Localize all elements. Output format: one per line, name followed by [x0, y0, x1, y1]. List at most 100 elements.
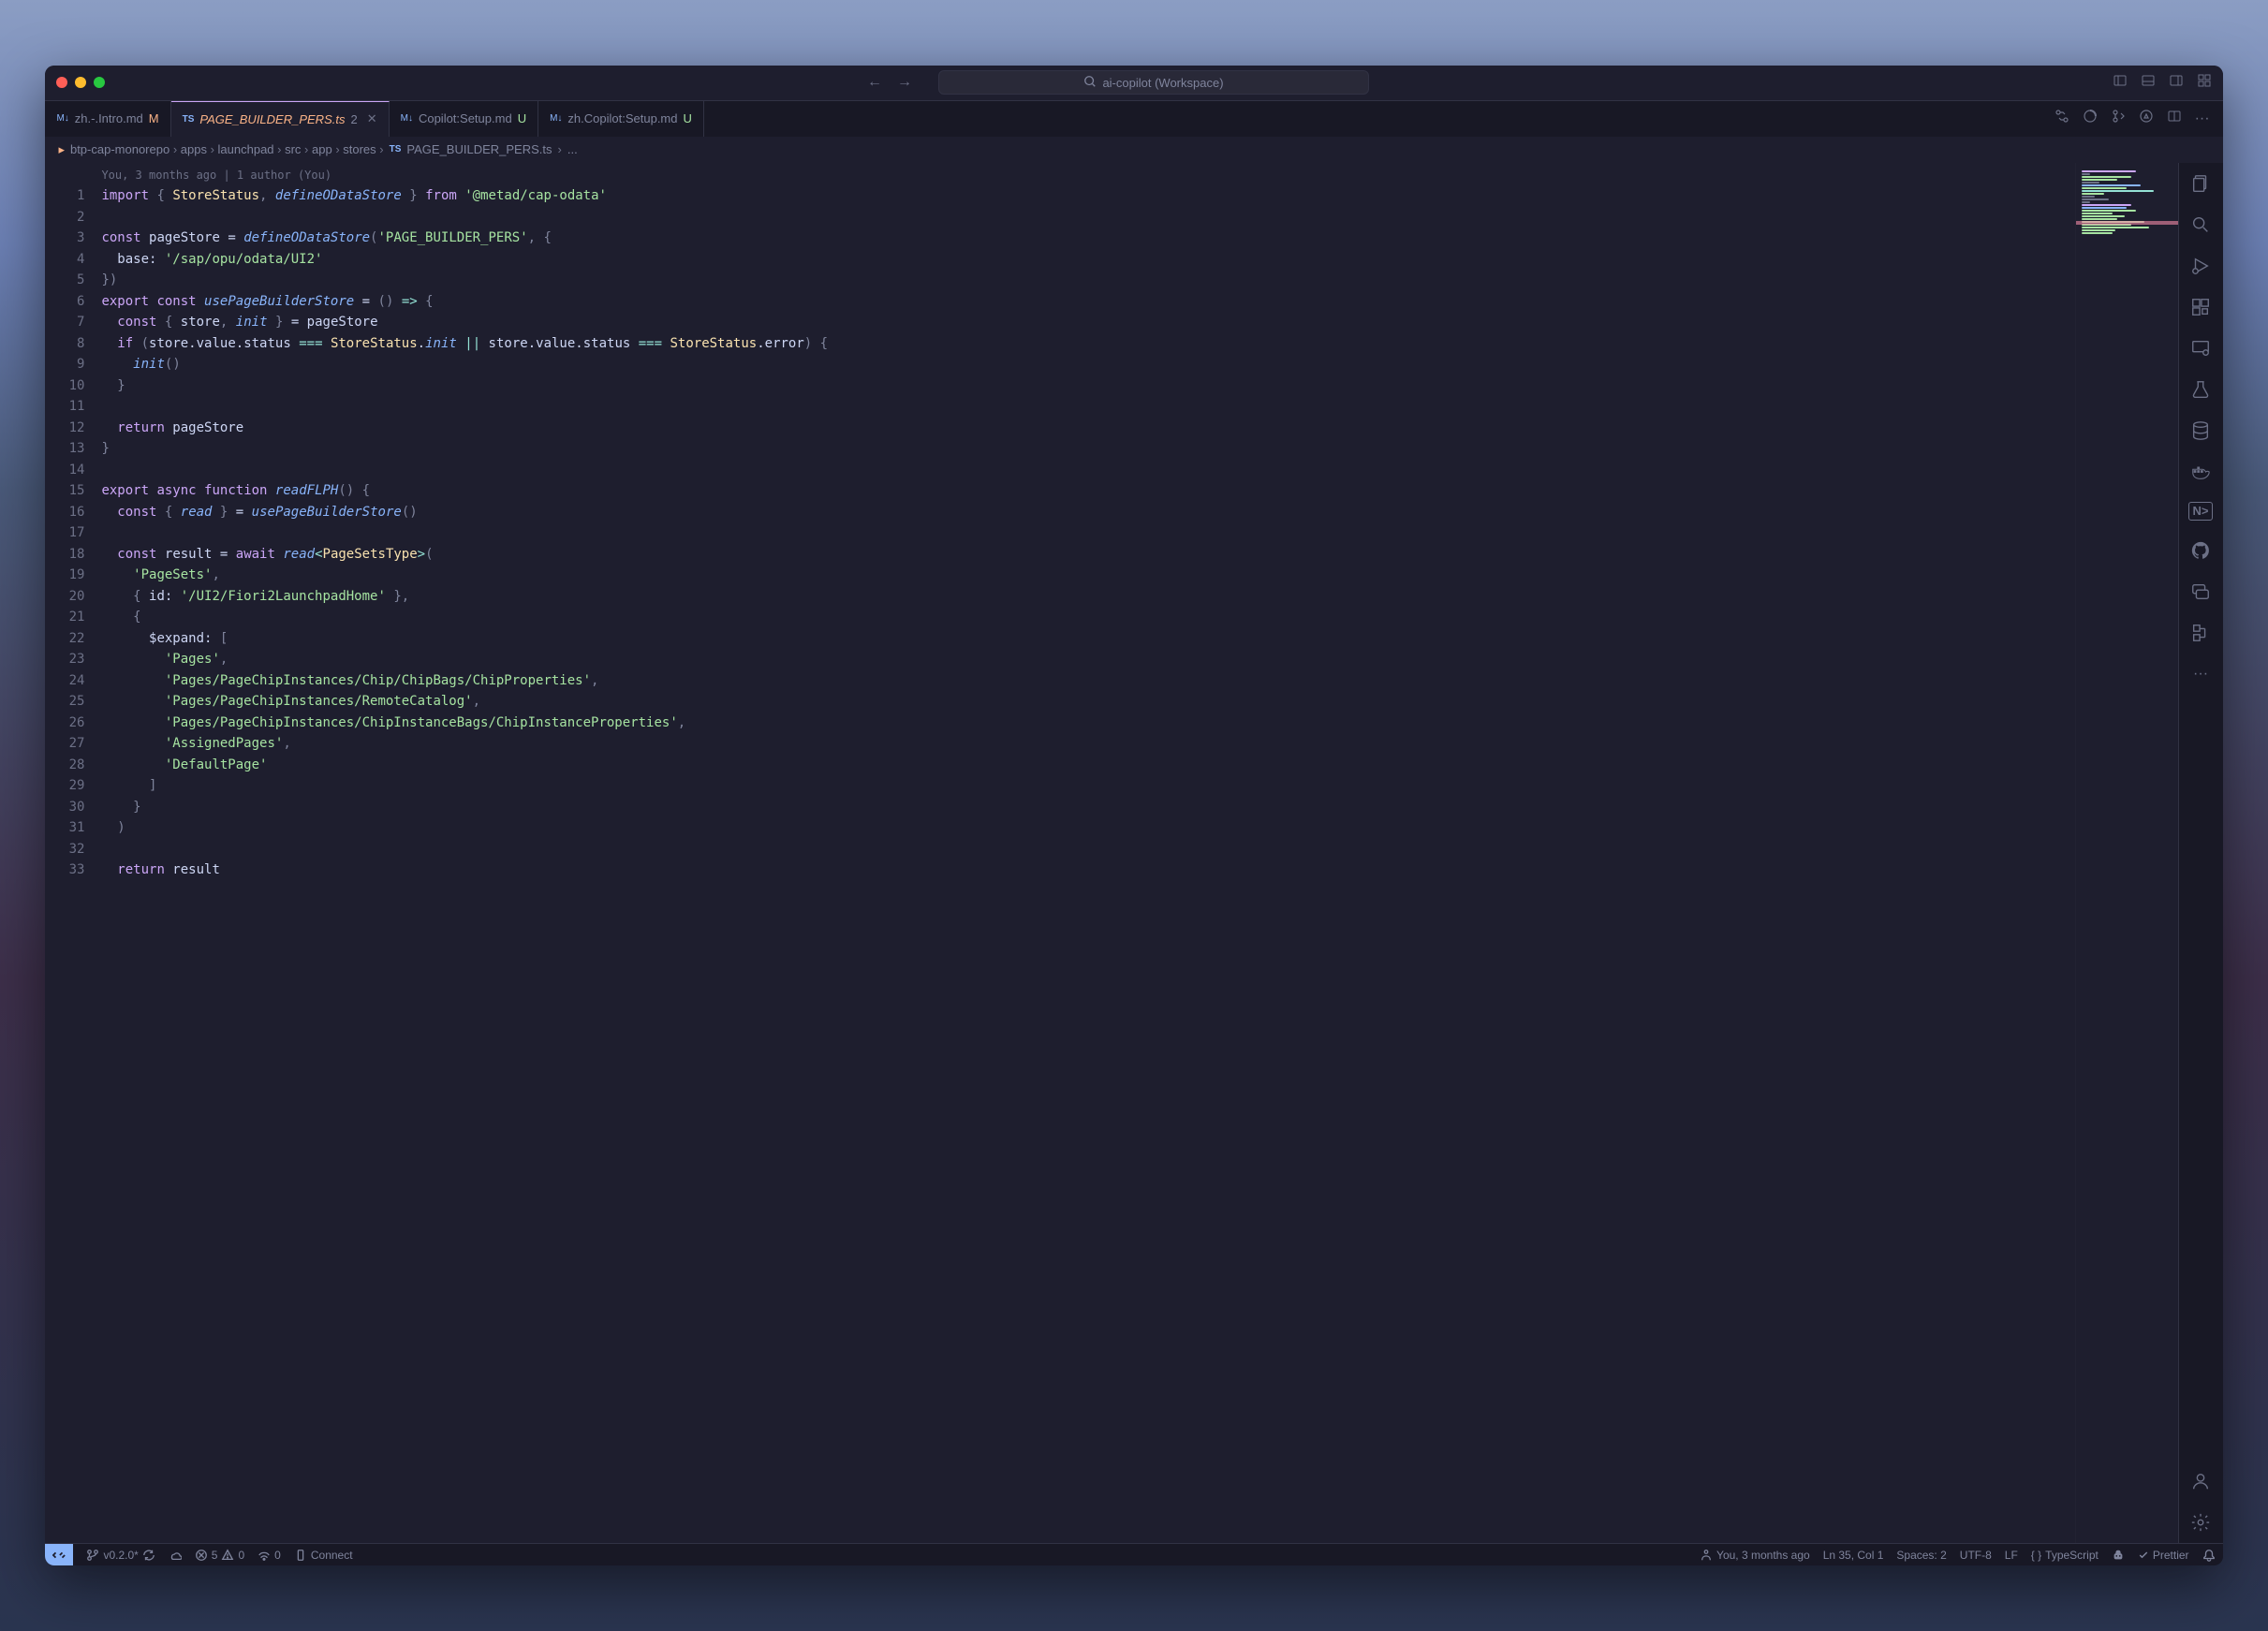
activity-bar: N> ···	[2178, 163, 2223, 1544]
chevron-right-icon: ›	[301, 142, 312, 156]
tab-modified-badge: U	[684, 111, 692, 125]
warning-count: 0	[238, 1549, 244, 1562]
nav-back-icon[interactable]: ←	[867, 74, 882, 91]
notifications-icon[interactable]	[2202, 1549, 2216, 1562]
tab-1[interactable]: TS PAGE_BUILDER_PERS.ts 2 ✕	[171, 101, 390, 137]
indentation[interactable]: Spaces: 2	[1896, 1549, 1946, 1562]
problems[interactable]: 5 0	[195, 1549, 244, 1562]
chevron-right-icon: ›	[558, 142, 562, 156]
remote-indicator[interactable]	[45, 1544, 73, 1566]
window-controls	[56, 77, 105, 88]
cloud-sync[interactable]	[169, 1549, 182, 1562]
comments-icon[interactable]	[2189, 580, 2212, 603]
statusbar: v0.2.0* 5 0 0 Connect You, 3 months ago …	[45, 1543, 2222, 1565]
tab-3[interactable]: M↓ zh.Copilot:Setup.md U	[538, 101, 704, 137]
connect-button[interactable]: Connect	[294, 1549, 353, 1562]
tab-label: PAGE_BUILDER_PERS.ts	[199, 112, 345, 126]
close-window-button[interactable]	[56, 77, 67, 88]
breadcrumb-segment[interactable]: stores	[343, 142, 376, 156]
settings-gear-icon[interactable]	[2189, 1511, 2212, 1534]
breadcrumb[interactable]: ▸ btp-cap-monorepo › apps › launchpad › …	[45, 137, 2222, 163]
breadcrumb-segment[interactable]: btp-cap-monorepo	[70, 142, 169, 156]
breadcrumb-segment[interactable]: apps	[181, 142, 207, 156]
tabs-bar: M↓zh.-.Intro.mdMTSPAGE_BUILDER_PERS.ts2✕…	[45, 101, 2222, 137]
tab-label: zh.Copilot:Setup.md	[567, 111, 677, 125]
chevron-right-icon: ›	[274, 142, 286, 156]
account-icon[interactable]	[2189, 1470, 2212, 1492]
testing-icon[interactable]	[2189, 378, 2212, 401]
workspace-label: ai-copilot (Workspace)	[1102, 76, 1223, 90]
tab-label: zh.-.Intro.md	[75, 111, 143, 125]
split-editor-icon[interactable]	[2167, 109, 2182, 128]
file-type-icon: TS	[183, 114, 195, 125]
files-icon[interactable]	[2189, 172, 2212, 195]
command-center[interactable]: ai-copilot (Workspace)	[938, 70, 1369, 95]
tab-badge: 2	[350, 112, 357, 126]
code-content[interactable]: You, 3 months ago | 1 author (You)import…	[101, 163, 2074, 1544]
github-icon[interactable]	[2189, 539, 2212, 562]
more-icon[interactable]: ···	[2189, 663, 2212, 685]
main-area: 1234567891011121314151617181920212223242…	[45, 163, 2222, 1544]
titlebar: ← → ai-copilot (Workspace)	[45, 66, 2222, 101]
panel-right-icon[interactable]	[2169, 73, 2184, 93]
git-branch[interactable]: v0.2.0*	[86, 1549, 155, 1562]
minimize-window-button[interactable]	[75, 77, 86, 88]
breadcrumb-segment[interactable]: app	[312, 142, 332, 156]
cursor-position[interactable]: Ln 35, Col 1	[1823, 1549, 1884, 1562]
chevron-right-icon: ›	[207, 142, 218, 156]
panel-left-icon[interactable]	[2113, 73, 2128, 93]
folder-icon: ▸	[58, 142, 65, 157]
blame-text: You, 3 months ago	[1716, 1549, 1810, 1562]
extensions-icon[interactable]	[2189, 296, 2212, 318]
sync-icon	[142, 1549, 155, 1562]
git-blame-status[interactable]: You, 3 months ago	[1700, 1549, 1810, 1562]
minimap-content	[2082, 170, 2172, 236]
run-last-icon[interactable]	[2083, 109, 2098, 128]
discover-icon[interactable]	[2139, 109, 2154, 128]
ts-file-icon: TS	[390, 144, 402, 154]
docker-icon[interactable]	[2189, 461, 2212, 483]
braces-icon: { }	[2031, 1549, 2041, 1562]
breadcrumb-file: PAGE_BUILDER_PERS.ts	[406, 142, 552, 156]
port-count: 0	[274, 1549, 281, 1562]
breadcrumb-segment[interactable]: src	[285, 142, 301, 156]
language-mode[interactable]: { } TypeScript	[2031, 1549, 2099, 1562]
error-count: 5	[212, 1549, 218, 1562]
nav-forward-icon[interactable]: →	[897, 74, 912, 91]
run-icon[interactable]	[2111, 109, 2126, 128]
minimap-marker	[2076, 221, 2178, 225]
tab-0[interactable]: M↓zh.-.Intro.mdM	[45, 101, 170, 137]
panel-bottom-icon[interactable]	[2141, 73, 2156, 93]
database-icon[interactable]	[2189, 419, 2212, 442]
file-type-icon: M↓	[56, 113, 68, 124]
references-icon[interactable]	[2189, 622, 2212, 644]
maximize-window-button[interactable]	[94, 77, 105, 88]
formatter[interactable]: Prettier	[2138, 1549, 2189, 1562]
tab-label: Copilot:Setup.md	[419, 111, 512, 125]
minimap[interactable]	[2075, 163, 2178, 1544]
editor[interactable]: 1234567891011121314151617181920212223242…	[45, 163, 2177, 1544]
search-icon	[1083, 75, 1097, 91]
tab-2[interactable]: M↓Copilot:Setup.mdU	[390, 101, 538, 137]
ports[interactable]: 0	[258, 1549, 281, 1562]
layout-controls	[2113, 73, 2212, 93]
encoding[interactable]: UTF-8	[1960, 1549, 1992, 1562]
git-compare-icon[interactable]	[2054, 109, 2069, 128]
breadcrumb-tail: ...	[567, 142, 578, 156]
breadcrumb-segment[interactable]: launchpad	[218, 142, 274, 156]
file-type-icon: M↓	[550, 113, 562, 124]
eol[interactable]: LF	[2005, 1549, 2018, 1562]
more-actions-icon[interactable]: ···	[2195, 110, 2210, 127]
copilot-status[interactable]	[2112, 1549, 2125, 1562]
debug-icon[interactable]	[2189, 255, 2212, 277]
git-blame-annotation: You, 3 months ago | 1 author (You)	[101, 165, 2074, 186]
remote-icon[interactable]	[2189, 337, 2212, 360]
search-icon[interactable]	[2189, 213, 2212, 236]
nx-icon[interactable]: N>	[2188, 502, 2213, 521]
close-tab-icon[interactable]: ✕	[367, 111, 377, 126]
chevron-right-icon: ›	[169, 142, 181, 156]
branch-name: v0.2.0*	[103, 1549, 138, 1562]
file-type-icon: M↓	[401, 113, 413, 124]
chevron-right-icon: ›	[376, 142, 384, 156]
customize-layout-icon[interactable]	[2197, 73, 2212, 93]
